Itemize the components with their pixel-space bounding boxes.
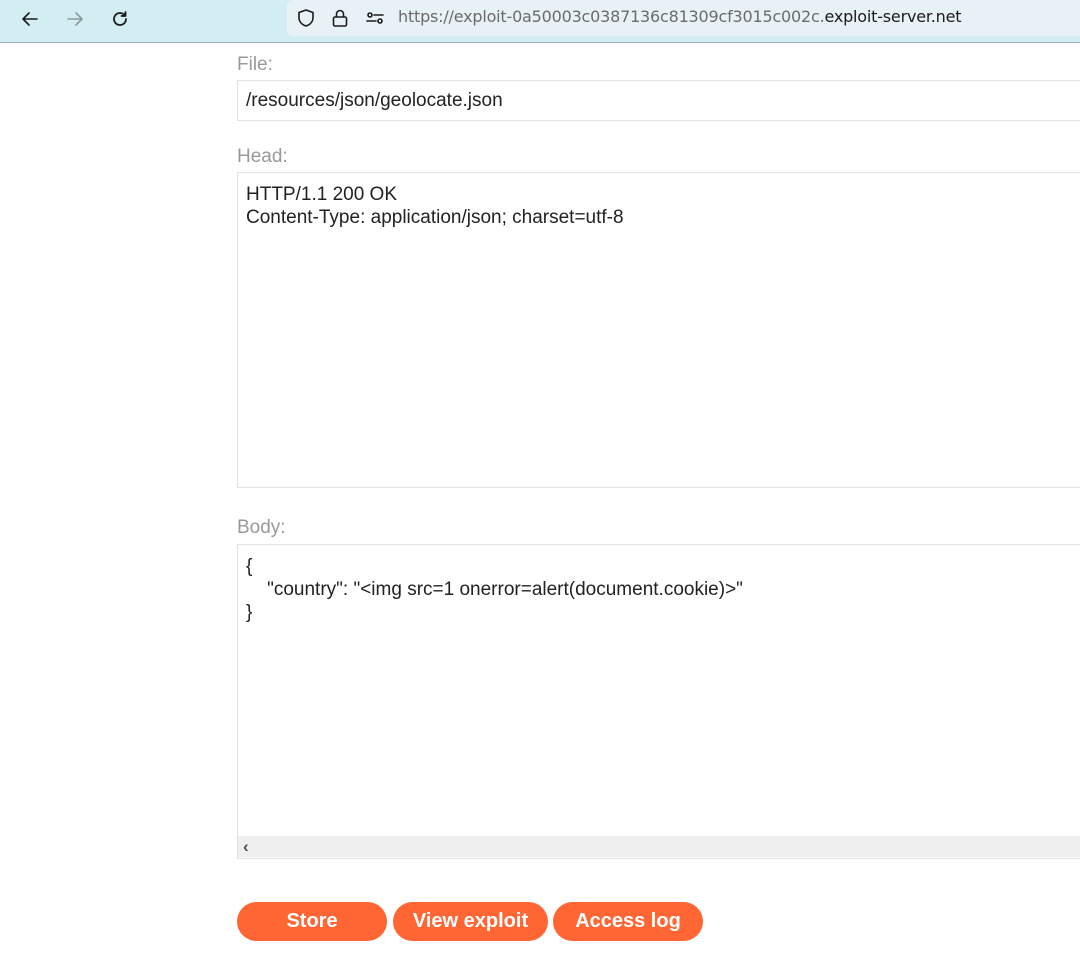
head-label: Head: — [237, 146, 288, 167]
arrow-right-icon — [67, 12, 83, 26]
store-button[interactable]: Store — [237, 902, 387, 941]
back-button[interactable] — [14, 5, 46, 33]
file-label: File: — [237, 54, 273, 75]
reload-icon — [113, 11, 127, 26]
url-prefix: https://exploit-0a50003c0387136c81309cf3… — [398, 7, 825, 26]
body-label: Body: — [237, 517, 286, 538]
body-textarea[interactable]: { "country": "<img src=1 onerror=alert(d… — [237, 544, 1080, 859]
url-domain: exploit-server.net — [824, 7, 962, 26]
url-bar[interactable]: https://exploit-0a50003c0387136c81309cf3… — [287, 0, 1080, 36]
view-exploit-button[interactable]: View exploit — [393, 902, 548, 941]
lock-icon[interactable] — [330, 8, 350, 28]
shield-icon[interactable] — [296, 8, 316, 28]
url-text[interactable]: https://exploit-0a50003c0387136c81309cf3… — [398, 7, 962, 26]
sliders-icon[interactable] — [365, 8, 385, 28]
file-input[interactable]: /resources/json/geolocate.json — [237, 80, 1080, 121]
forward-button[interactable] — [59, 5, 91, 33]
access-log-button[interactable]: Access log — [553, 902, 703, 941]
browser-toolbar: https://exploit-0a50003c0387136c81309cf3… — [0, 0, 1080, 43]
reload-button[interactable] — [104, 5, 136, 33]
head-textarea[interactable]: HTTP/1.1 200 OK Content-Type: applicatio… — [237, 172, 1080, 488]
arrow-left-icon — [22, 12, 38, 26]
scroll-left-icon[interactable]: ‹ — [243, 837, 249, 857]
body-horizontal-scrollbar[interactable]: ‹ — [238, 836, 1080, 857]
